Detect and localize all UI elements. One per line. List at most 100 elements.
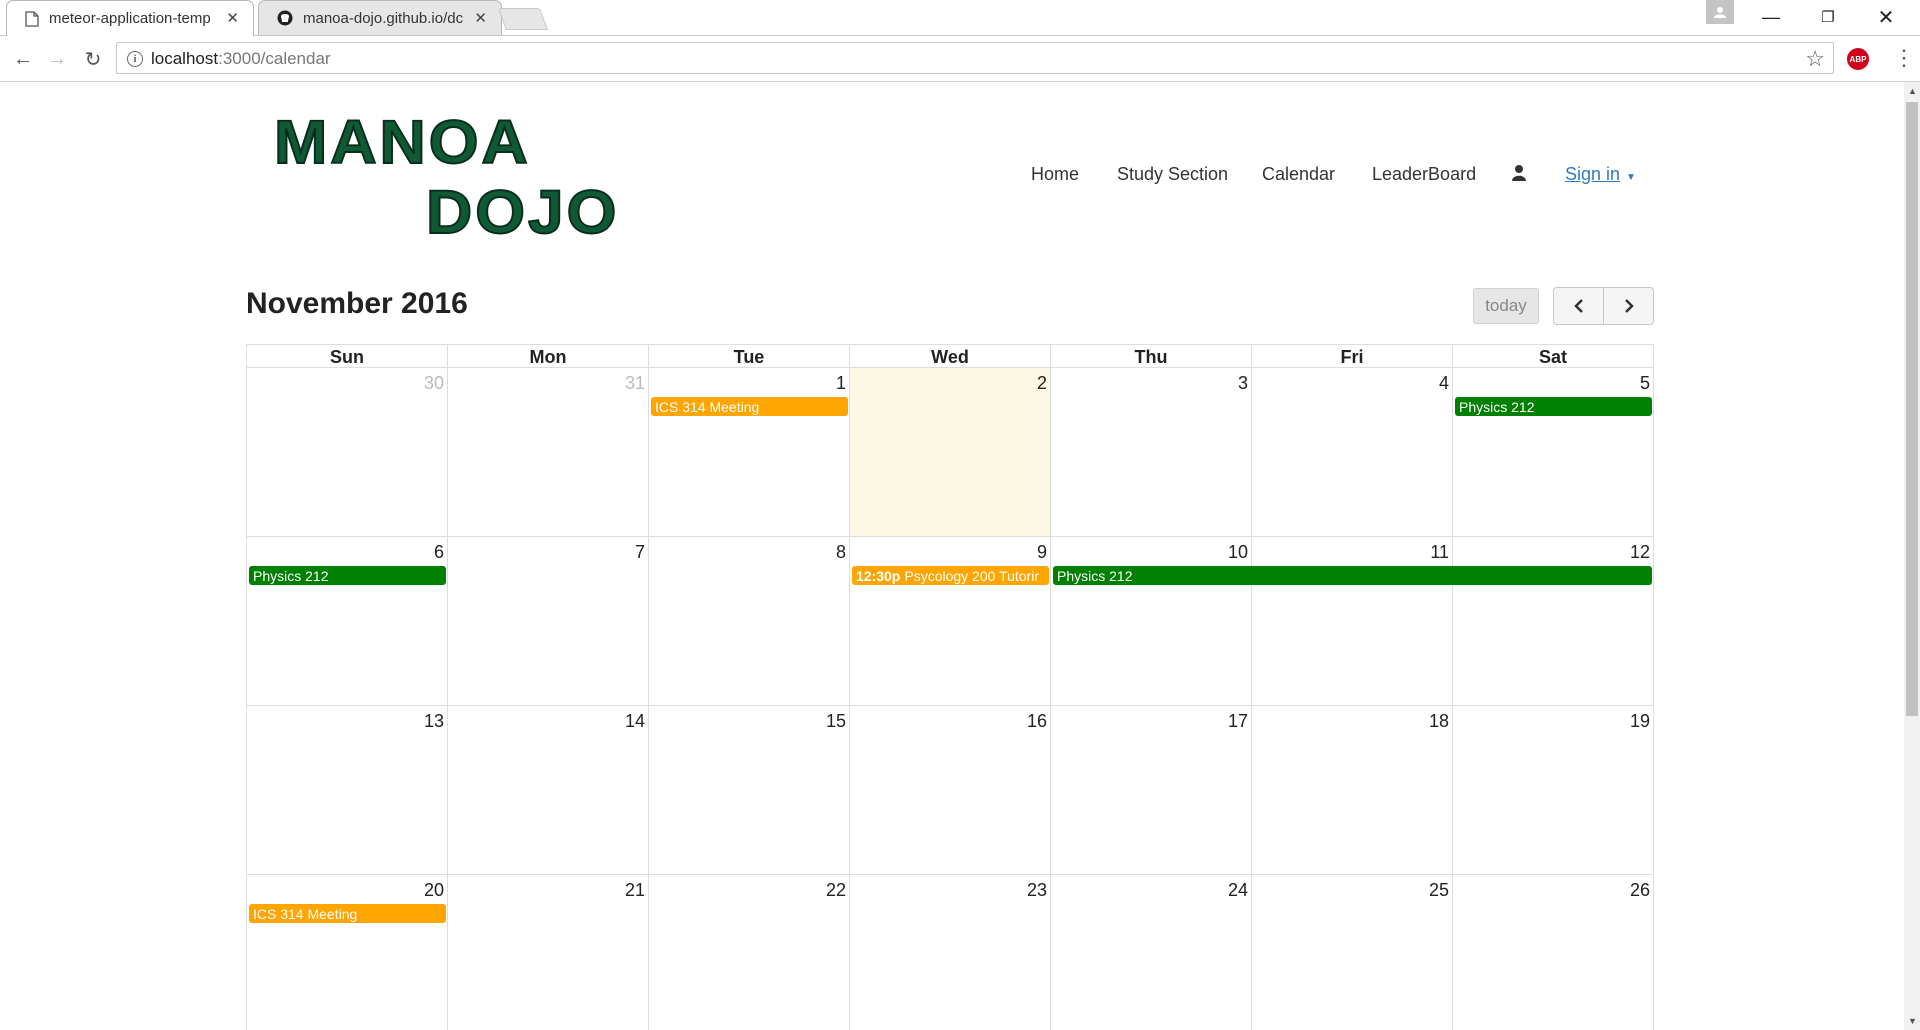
url-text[interactable]: localhost:3000/calendar [151,49,331,69]
day-cell[interactable]: 22 [648,874,850,1030]
day-cell[interactable]: 19 [1452,705,1654,875]
nav-leaderboard[interactable]: LeaderBoard [1372,164,1476,185]
day-cell[interactable]: 5 [1452,367,1654,537]
month-grid: Sun Mon Tue Wed Thu Fri Sat 30 31 1 2 3 4 5 6 7 8 9 10 11 12… [246,344,1654,1030]
calendar-event[interactable]: 12:30p Psycology 200 Tutorir [852,566,1049,585]
day-number[interactable]: 12 [1630,542,1650,563]
nav-home[interactable]: Home [1031,164,1079,185]
day-number[interactable]: 19 [1630,711,1650,732]
day-number[interactable]: 31 [625,373,645,394]
day-cell[interactable]: 17 [1050,705,1252,875]
day-cell[interactable]: 21 [447,874,649,1030]
prev-month-button[interactable] [1553,287,1604,325]
day-number[interactable]: 16 [1027,711,1047,732]
info-icon[interactable]: i [127,51,143,67]
profile-icon[interactable] [1706,0,1734,24]
day-cell[interactable]: 15 [648,705,850,875]
scroll-down-icon[interactable]: ▼ [1908,1016,1917,1026]
day-number[interactable]: 8 [836,542,846,563]
day-cell[interactable]: 23 [849,874,1051,1030]
day-cell[interactable]: 11 [1251,536,1453,706]
close-icon[interactable]: ✕ [226,9,239,27]
close-icon[interactable]: ✕ [474,9,487,27]
day-number[interactable]: 25 [1429,880,1449,901]
nav-calendar[interactable]: Calendar [1262,164,1335,185]
day-number[interactable]: 6 [434,542,444,563]
day-cell[interactable]: 24 [1050,874,1252,1030]
day-number[interactable]: 2 [1037,373,1047,394]
day-number[interactable]: 14 [625,711,645,732]
day-number[interactable]: 21 [625,880,645,901]
day-cell[interactable]: 7 [447,536,649,706]
day-number[interactable]: 24 [1228,880,1248,901]
calendar-event[interactable]: Physics 212 [249,566,446,585]
page-scrollbar[interactable]: ▲ ▼ [1904,82,1920,1030]
nav-study-section[interactable]: Study Section [1117,164,1228,185]
day-number[interactable]: 9 [1037,542,1047,563]
weekday-header: Sat [1452,344,1654,368]
calendar-event[interactable]: ICS 314 Meeting [651,397,848,416]
tab-manoa-dojo-github[interactable]: manoa-dojo.github.io/dc ✕ [258,0,502,35]
close-window-icon[interactable]: ✕ [1858,0,1914,34]
day-cell[interactable]: 25 [1251,874,1453,1030]
day-cell[interactable]: 8 [648,536,850,706]
event-title: Physics 212 [1459,399,1535,415]
browser-menu-icon[interactable]: ⋮ [1893,46,1915,70]
day-cell[interactable]: 30 [246,367,448,537]
minimize-icon[interactable]: — [1743,0,1799,34]
back-icon[interactable]: ← [10,46,36,72]
day-cell[interactable]: 18 [1251,705,1453,875]
today-button[interactable]: today [1473,288,1539,324]
bookmark-star-icon[interactable]: ☆ [1805,46,1825,72]
day-number[interactable]: 18 [1429,711,1449,732]
day-cell[interactable]: 6 [246,536,448,706]
day-cell[interactable]: 12 [1452,536,1654,706]
day-cell[interactable]: 20 [246,874,448,1030]
day-number[interactable]: 30 [424,373,444,394]
user-icon[interactable] [1512,164,1526,182]
day-cell[interactable]: 31 [447,367,649,537]
day-number[interactable]: 5 [1640,373,1650,394]
next-month-button[interactable] [1603,287,1654,325]
day-cell[interactable]: 3 [1050,367,1252,537]
sign-in-dropdown[interactable]: Sign in ▼ [1565,164,1636,185]
site-logo[interactable]: MANOA DOJO [268,108,617,252]
day-cell[interactable]: 9 [849,536,1051,706]
chevron-left-icon [1573,299,1583,313]
tab-meteor-app[interactable]: meteor-application-temp ✕ [6,0,254,36]
day-cell[interactable]: 16 [849,705,1051,875]
day-cell-today[interactable]: 2 [849,367,1051,537]
day-number[interactable]: 23 [1027,880,1047,901]
day-cell[interactable]: 26 [1452,874,1654,1030]
scrollbar-thumb[interactable] [1906,102,1918,716]
day-number[interactable]: 26 [1630,880,1650,901]
day-number[interactable]: 22 [826,880,846,901]
calendar-event[interactable]: Physics 212 [1455,397,1652,416]
day-number[interactable]: 7 [635,542,645,563]
weekday-header: Wed [849,344,1051,368]
day-number[interactable]: 15 [826,711,846,732]
weekday-header: Fri [1251,344,1453,368]
scroll-up-icon[interactable]: ▲ [1908,86,1917,96]
day-number[interactable]: 1 [836,373,846,394]
day-number[interactable]: 20 [424,880,444,901]
address-bar[interactable]: i localhost:3000/calendar ☆ [116,42,1834,74]
reload-icon[interactable]: ↻ [80,46,106,72]
calendar-event[interactable]: Physics 212 [1053,566,1652,585]
calendar-event[interactable]: ICS 314 Meeting [249,904,446,923]
adblock-icon[interactable]: ABP [1847,48,1869,70]
day-number[interactable]: 10 [1228,542,1248,563]
day-cell[interactable]: 13 [246,705,448,875]
day-number[interactable]: 13 [424,711,444,732]
day-cell[interactable]: 4 [1251,367,1453,537]
day-number[interactable]: 4 [1439,373,1449,394]
restore-icon[interactable]: ❐ [1800,0,1856,34]
day-cell[interactable]: 1 [648,367,850,537]
day-cell[interactable]: 10 [1050,536,1252,706]
new-tab-button[interactable] [497,8,549,30]
day-number[interactable]: 17 [1228,711,1248,732]
forward-icon[interactable]: → [44,46,70,72]
day-cell[interactable]: 14 [447,705,649,875]
day-number[interactable]: 11 [1430,542,1449,563]
day-number[interactable]: 3 [1238,373,1248,394]
